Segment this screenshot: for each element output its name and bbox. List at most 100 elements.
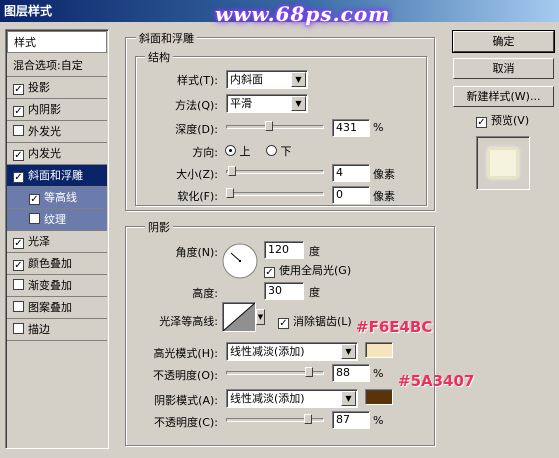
- contour-dropdown-button[interactable]: ▼: [256, 309, 265, 325]
- checkbox-checked-icon[interactable]: ✓: [13, 260, 24, 271]
- size-value: 4: [336, 166, 343, 179]
- shadow-opacity-input[interactable]: 87: [332, 411, 370, 429]
- depth-slider-thumb[interactable]: [264, 121, 273, 131]
- style-item[interactable]: ✓ 等高线: [7, 187, 107, 209]
- shadow-mode-label: 阴影模式(A):: [154, 394, 218, 407]
- shadow-mode-value: 线性减淡(添加): [230, 392, 305, 405]
- gloss-contour-preview[interactable]: [222, 302, 256, 332]
- angle-value: 120: [268, 243, 289, 256]
- shadow-mode-select[interactable]: 线性减淡(添加) ▼: [226, 389, 358, 408]
- direction-up-option[interactable]: 上: [225, 143, 251, 159]
- style-item-label: 等高线: [44, 191, 77, 204]
- soften-slider-track[interactable]: [226, 192, 324, 196]
- preview-checkbox[interactable]: ✓ 预览(V): [476, 112, 529, 128]
- style-item[interactable]: 渐变叠加: [7, 275, 107, 297]
- radio-icon: [266, 145, 277, 156]
- angle-label: 角度(N):: [175, 246, 218, 259]
- style-item[interactable]: ✓ 斜面和浮雕: [7, 165, 107, 187]
- highlight-opacity-value: 88: [336, 366, 350, 379]
- style-select-value: 内斜面: [230, 73, 263, 86]
- checkbox-icon[interactable]: [13, 323, 24, 334]
- style-item-label: 光泽: [28, 235, 50, 248]
- highlight-mode-label: 高光模式(H):: [153, 347, 218, 360]
- style-item-label: 纹理: [44, 213, 66, 226]
- style-item[interactable]: ✓ 光泽: [7, 231, 107, 253]
- style-item-label: 外发光: [28, 125, 61, 138]
- highlight-mode-select[interactable]: 线性减淡(添加) ▼: [226, 342, 358, 361]
- bevel-group-title: 斜面和浮雕: [136, 30, 197, 46]
- chevron-down-icon: ▼: [291, 96, 306, 111]
- soften-slider-thumb[interactable]: [226, 188, 234, 198]
- preview-swatch: [488, 148, 518, 178]
- anti-aliased-checkbox[interactable]: ✓ 消除锯齿(L): [278, 313, 352, 329]
- direction-up-label: 上: [239, 145, 251, 158]
- highlight-opacity-label: 不透明度(O):: [153, 369, 218, 382]
- style-item-label: 颜色叠加: [28, 257, 72, 270]
- size-label: 大小(Z):: [176, 168, 218, 181]
- style-select[interactable]: 内斜面 ▼: [226, 70, 308, 89]
- size-input[interactable]: 4: [332, 164, 370, 182]
- size-slider-track[interactable]: [226, 170, 324, 174]
- cancel-button-label: 取消: [492, 62, 515, 75]
- angle-dial[interactable]: [221, 242, 259, 280]
- depth-input[interactable]: 431: [332, 119, 370, 137]
- new-style-button[interactable]: 新建样式(W)...: [453, 86, 554, 107]
- angle-unit: 度: [309, 245, 320, 258]
- checkbox-checked-icon[interactable]: ✓: [13, 84, 24, 95]
- technique-select-value: 平滑: [230, 97, 252, 110]
- direction-down-option[interactable]: 下: [266, 143, 292, 159]
- altitude-unit: 度: [309, 286, 320, 299]
- highlight-opacity-unit: %: [373, 367, 384, 380]
- altitude-label: 高度:: [192, 287, 218, 300]
- shadow-opacity-unit: %: [373, 414, 384, 427]
- ok-button[interactable]: 确定: [452, 30, 555, 53]
- highlight-color-swatch[interactable]: [365, 342, 393, 358]
- style-item-label: 内发光: [28, 147, 61, 160]
- cancel-button[interactable]: 取消: [453, 58, 554, 79]
- checkbox-checked-icon[interactable]: ✓: [13, 106, 24, 117]
- size-unit: 像素: [373, 168, 395, 181]
- style-item-label: 图案叠加: [28, 301, 72, 314]
- blend-options-item[interactable]: 混合选项:自定: [7, 55, 107, 77]
- style-item[interactable]: ✓ 内阴影: [7, 99, 107, 121]
- checkbox-checked-icon[interactable]: ✓: [13, 238, 24, 249]
- checkbox-checked-icon: ✓: [278, 318, 289, 329]
- styles-header[interactable]: 样式: [7, 31, 107, 53]
- preview-thumbnail: [476, 136, 530, 190]
- technique-select[interactable]: 平滑 ▼: [226, 94, 308, 113]
- checkbox-icon[interactable]: [29, 213, 40, 224]
- style-item[interactable]: 外发光: [7, 121, 107, 143]
- style-item[interactable]: ✓ 颜色叠加: [7, 253, 107, 275]
- altitude-input[interactable]: 30: [264, 282, 304, 300]
- shadow-opacity-label: 不透明度(C):: [154, 416, 218, 429]
- angle-dial-icon: [222, 243, 258, 279]
- highlight-opacity-input[interactable]: 88: [332, 364, 370, 382]
- style-label: 样式(T):: [176, 74, 218, 87]
- style-item[interactable]: ✓ 投影: [7, 77, 107, 99]
- soften-input[interactable]: 0: [332, 186, 370, 204]
- checkbox-checked-icon[interactable]: ✓: [13, 172, 24, 183]
- style-item[interactable]: 描边: [7, 319, 107, 341]
- shadow-color-swatch[interactable]: [365, 389, 393, 405]
- ok-button-label: 确定: [492, 35, 515, 48]
- depth-slider-track[interactable]: [226, 125, 324, 129]
- checkbox-icon[interactable]: [13, 125, 24, 136]
- highlight-opacity-thumb[interactable]: [305, 367, 314, 377]
- gloss-contour-label: 光泽等高线:: [159, 315, 218, 328]
- shadow-opacity-thumb[interactable]: [304, 414, 313, 424]
- window-title: 图层样式: [4, 4, 53, 18]
- checkbox-checked-icon[interactable]: ✓: [13, 150, 24, 161]
- style-item[interactable]: 图案叠加: [7, 297, 107, 319]
- preview-label: 预览(V): [491, 114, 530, 127]
- style-item[interactable]: 纹理: [7, 209, 107, 231]
- styles-header-label: 样式: [14, 36, 36, 49]
- checkbox-icon[interactable]: [13, 301, 24, 312]
- checkbox-checked-icon[interactable]: ✓: [29, 194, 40, 205]
- checkbox-icon[interactable]: [13, 279, 24, 290]
- angle-input[interactable]: 120: [264, 241, 304, 259]
- size-slider-thumb[interactable]: [227, 166, 236, 176]
- chevron-down-icon: ▼: [341, 344, 356, 359]
- style-item[interactable]: ✓ 内发光: [7, 143, 107, 165]
- global-light-checkbox[interactable]: ✓ 使用全局光(G): [264, 262, 351, 278]
- blend-options-label: 混合选项:自定: [13, 59, 83, 72]
